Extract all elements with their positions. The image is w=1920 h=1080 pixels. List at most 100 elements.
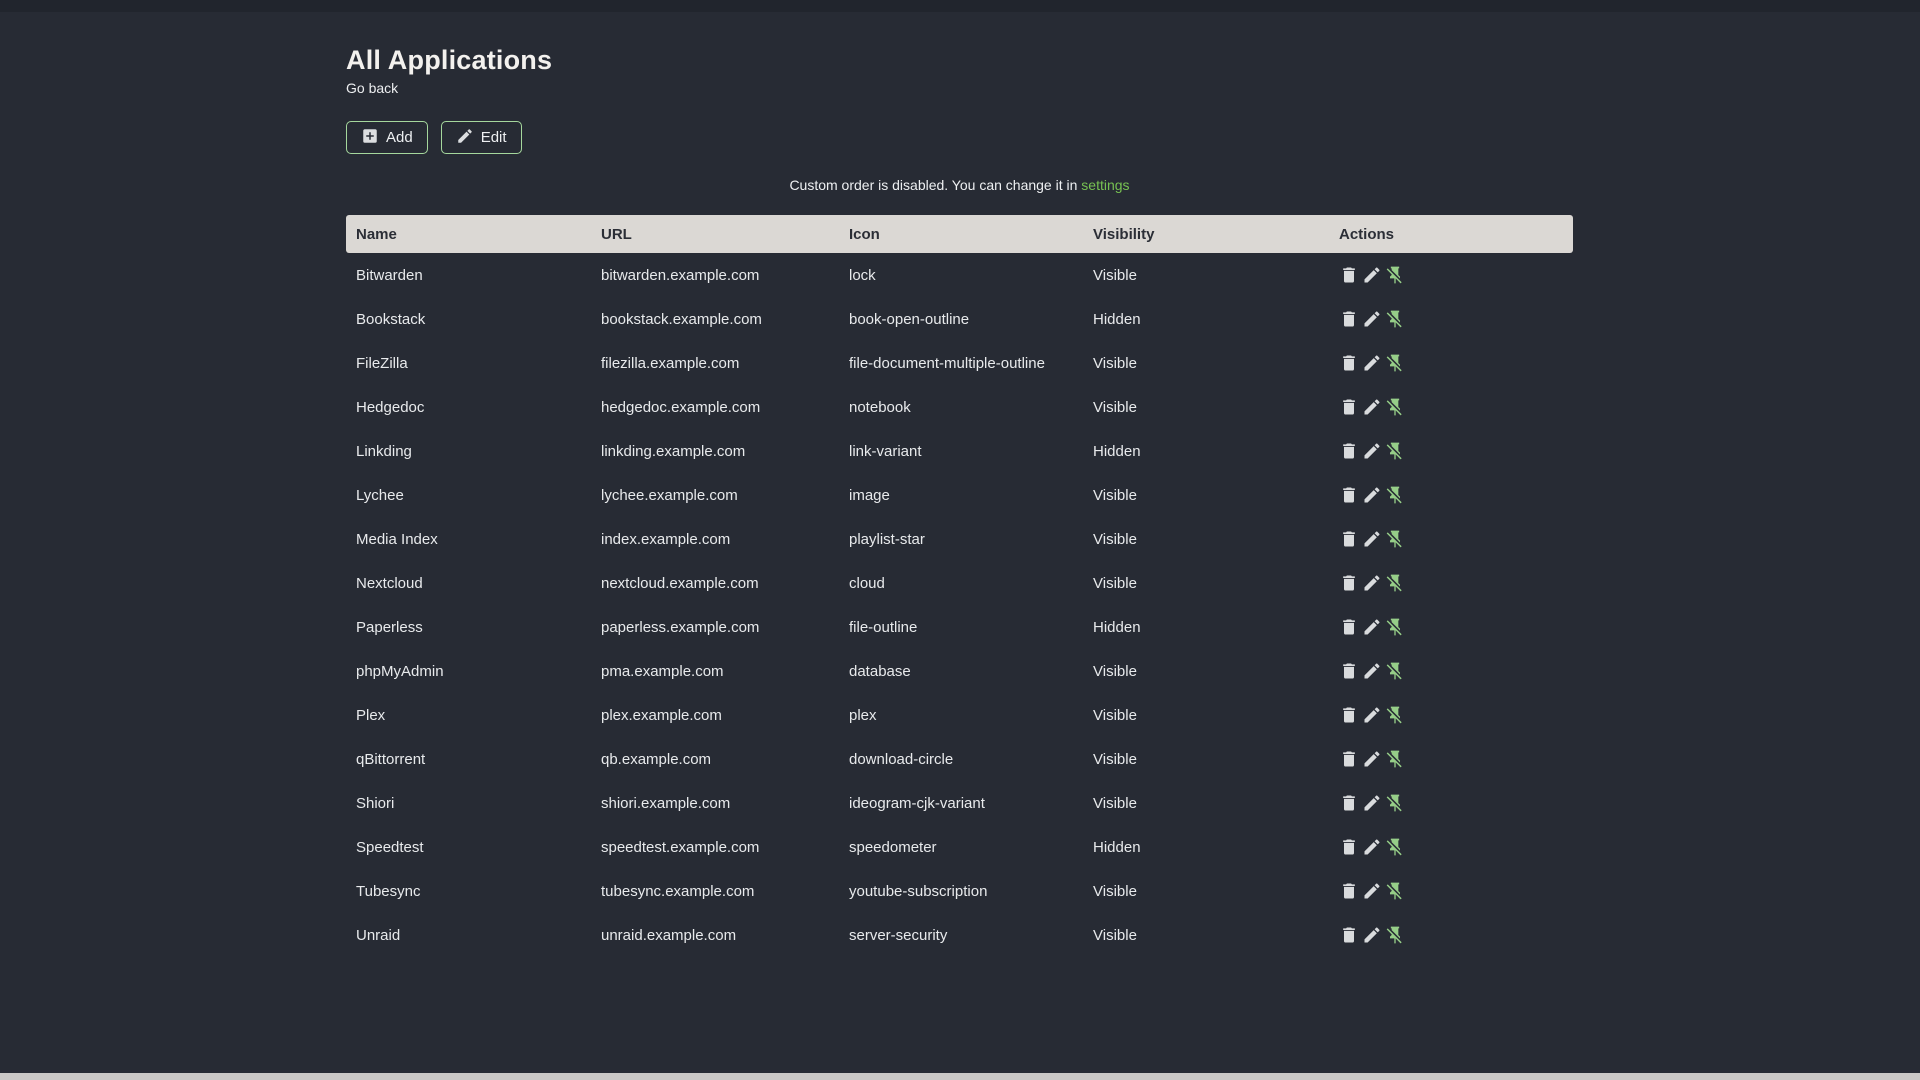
pin-off-icon[interactable] bbox=[1385, 397, 1405, 417]
pin-off-icon[interactable] bbox=[1385, 925, 1405, 945]
column-header-name: Name bbox=[346, 215, 591, 253]
delete-icon[interactable] bbox=[1339, 265, 1359, 285]
cell-name: Nextcloud bbox=[356, 574, 423, 592]
delete-icon[interactable] bbox=[1339, 881, 1359, 901]
pin-off-icon[interactable] bbox=[1385, 661, 1405, 681]
delete-icon[interactable] bbox=[1339, 529, 1359, 549]
add-button[interactable]: Add bbox=[346, 121, 428, 154]
edit-icon[interactable] bbox=[1362, 573, 1382, 593]
pin-off-icon[interactable] bbox=[1385, 265, 1405, 285]
pin-off-icon[interactable] bbox=[1385, 617, 1405, 637]
edit-icon[interactable] bbox=[1362, 925, 1382, 945]
cell-icon: database bbox=[849, 662, 911, 680]
cell-actions bbox=[1329, 913, 1573, 957]
delete-icon[interactable] bbox=[1339, 397, 1359, 417]
delete-icon[interactable] bbox=[1339, 441, 1359, 461]
cell-actions bbox=[1329, 869, 1573, 913]
row-actions bbox=[1339, 253, 1563, 297]
cell-actions bbox=[1329, 297, 1573, 341]
edit-button-label: Edit bbox=[480, 129, 507, 146]
cell-icon: youtube-subscription bbox=[849, 882, 988, 900]
delete-icon[interactable] bbox=[1339, 309, 1359, 329]
delete-icon[interactable] bbox=[1339, 837, 1359, 857]
edit-icon[interactable] bbox=[1362, 661, 1382, 681]
plus-box-icon bbox=[361, 127, 379, 149]
cell-icon: ideogram-cjk-variant bbox=[849, 794, 985, 812]
edit-icon[interactable] bbox=[1362, 617, 1382, 637]
edit-icon[interactable] bbox=[1362, 705, 1382, 725]
pin-off-icon[interactable] bbox=[1385, 529, 1405, 549]
row-actions bbox=[1339, 341, 1563, 385]
table-row: Unraid unraid.example.com server-security V… bbox=[346, 913, 1573, 957]
row-actions bbox=[1339, 737, 1563, 781]
pin-off-icon[interactable] bbox=[1385, 485, 1405, 505]
delete-icon[interactable] bbox=[1339, 749, 1359, 769]
pin-off-icon[interactable] bbox=[1385, 441, 1405, 461]
cell-name: FileZilla bbox=[356, 354, 408, 372]
edit-icon[interactable] bbox=[1362, 397, 1382, 417]
delete-icon[interactable] bbox=[1339, 661, 1359, 681]
cell-visibility: Visible bbox=[1093, 574, 1137, 592]
edit-icon[interactable] bbox=[1362, 485, 1382, 505]
cell-visibility: Hidden bbox=[1093, 618, 1141, 636]
cell-visibility: Visible bbox=[1093, 530, 1137, 548]
edit-button[interactable]: Edit bbox=[440, 121, 522, 154]
row-actions bbox=[1339, 781, 1563, 825]
edit-icon[interactable] bbox=[1362, 837, 1382, 857]
cell-url: paperless.example.com bbox=[601, 618, 760, 636]
table-row: Nextcloud nextcloud.example.com cloud Visib… bbox=[346, 561, 1573, 605]
pin-off-icon[interactable] bbox=[1385, 837, 1405, 857]
cell-name: Shiori bbox=[356, 794, 395, 812]
cell-icon: playlist-star bbox=[849, 530, 925, 548]
go-back-link[interactable]: Go back bbox=[346, 79, 398, 97]
delete-icon[interactable] bbox=[1339, 353, 1359, 373]
edit-icon[interactable] bbox=[1362, 309, 1382, 329]
delete-icon[interactable] bbox=[1339, 925, 1359, 945]
settings-link[interactable]: settings bbox=[1081, 177, 1129, 193]
delete-icon[interactable] bbox=[1339, 705, 1359, 725]
edit-icon[interactable] bbox=[1362, 793, 1382, 813]
cell-url: filezilla.example.com bbox=[601, 354, 740, 372]
table-row: Bitwarden bitwarden.example.com lock Visibl… bbox=[346, 253, 1573, 297]
edit-icon[interactable] bbox=[1362, 881, 1382, 901]
add-button-label: Add bbox=[386, 129, 413, 146]
cell-icon: file-outline bbox=[849, 618, 918, 636]
pin-off-icon[interactable] bbox=[1385, 705, 1405, 725]
pin-off-icon[interactable] bbox=[1385, 881, 1405, 901]
edit-icon[interactable] bbox=[1362, 749, 1382, 769]
cell-name: Hedgedoc bbox=[356, 398, 425, 416]
pin-off-icon[interactable] bbox=[1385, 309, 1405, 329]
cell-icon: cloud bbox=[849, 574, 885, 592]
cell-url: lychee.example.com bbox=[601, 486, 738, 504]
delete-icon[interactable] bbox=[1339, 573, 1359, 593]
table-row: FileZilla filezilla.example.com file-docum… bbox=[346, 341, 1573, 385]
pin-off-icon[interactable] bbox=[1385, 793, 1405, 813]
applications-table-head: Name URL Icon Visibility Actions bbox=[346, 215, 1573, 253]
cell-visibility: Hidden bbox=[1093, 442, 1141, 460]
pin-off-icon[interactable] bbox=[1385, 353, 1405, 373]
pin-off-icon[interactable] bbox=[1385, 573, 1405, 593]
edit-icon[interactable] bbox=[1362, 265, 1382, 285]
delete-icon[interactable] bbox=[1339, 793, 1359, 813]
cell-url: shiori.example.com bbox=[601, 794, 731, 812]
row-actions bbox=[1339, 561, 1563, 605]
notice-text: Custom order is disabled. You can change… bbox=[789, 177, 1082, 193]
horizontal-scrollbar[interactable] bbox=[0, 1073, 1920, 1080]
cell-actions bbox=[1329, 605, 1573, 649]
pin-off-icon[interactable] bbox=[1385, 749, 1405, 769]
cell-icon: plex bbox=[849, 706, 877, 724]
column-header-actions: Actions bbox=[1329, 215, 1573, 253]
delete-icon[interactable] bbox=[1339, 617, 1359, 637]
edit-icon[interactable] bbox=[1362, 353, 1382, 373]
cell-actions bbox=[1329, 253, 1573, 297]
cell-icon: notebook bbox=[849, 398, 911, 416]
delete-icon[interactable] bbox=[1339, 485, 1359, 505]
edit-icon[interactable] bbox=[1362, 441, 1382, 461]
cell-visibility: Visible bbox=[1093, 794, 1137, 812]
cell-actions bbox=[1329, 429, 1573, 473]
edit-icon[interactable] bbox=[1362, 529, 1382, 549]
cell-name: Unraid bbox=[356, 926, 401, 944]
cell-name: Tubesync bbox=[356, 882, 421, 900]
row-actions bbox=[1339, 913, 1563, 957]
applications-table-body: Bitwarden bitwarden.example.com lock Visibl… bbox=[346, 253, 1573, 957]
